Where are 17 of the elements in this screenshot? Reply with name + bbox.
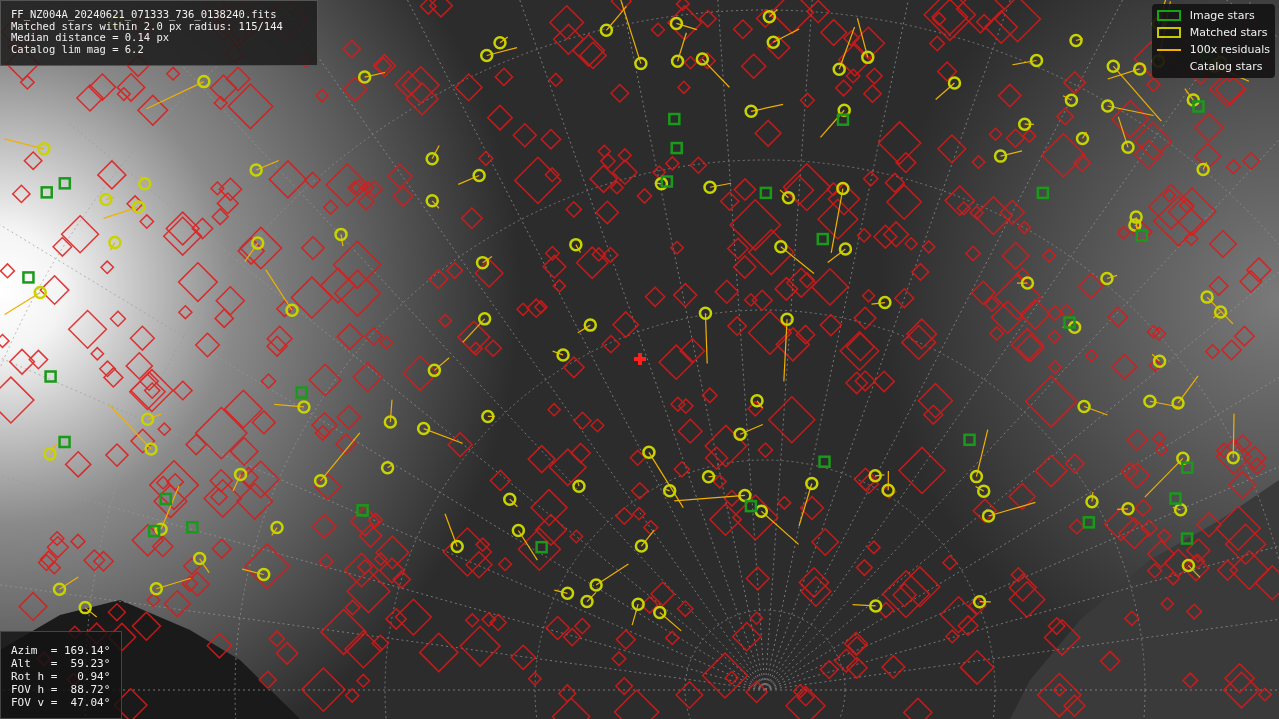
pointing-text: FOV h = 88.72° <box>11 683 111 696</box>
pointing-text: Rot h = 0.94° <box>11 670 111 683</box>
info-text: Matched stars within 2.0 px radius: 115/144 <box>11 20 284 32</box>
center-cross-icon <box>634 353 646 365</box>
legend-label: Matched stars <box>1189 26 1268 39</box>
matched-star-swatch-icon <box>1157 27 1182 38</box>
info-text: Median distance = 0.14 px <box>11 32 170 44</box>
residual-line-icon <box>1157 48 1182 51</box>
pointing-text: FOV v = 47.04° <box>11 696 111 709</box>
pointing-text: Alt = 59.23° <box>11 657 111 670</box>
legend-label: Catalog stars <box>1189 60 1263 73</box>
legend-label: 100x residuals <box>1189 43 1270 56</box>
info-text: FF_NZ004A_20240621_071333_736_0138240.fits <box>11 9 278 21</box>
image-star-swatch-icon <box>1157 10 1182 21</box>
pointing-text: Azim = 169.14° <box>11 644 111 657</box>
info-text: Catalog lim mag = 6.2 <box>11 43 145 55</box>
legend-label: Image stars <box>1189 9 1255 22</box>
